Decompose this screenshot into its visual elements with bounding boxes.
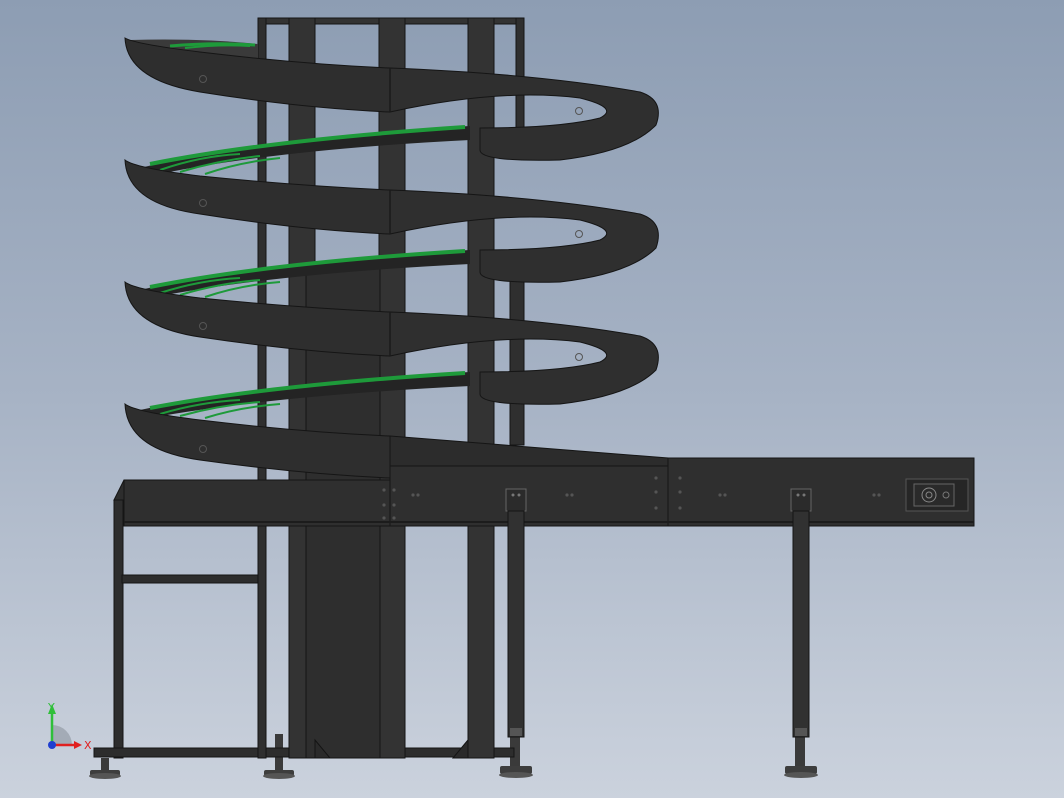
support-leg xyxy=(505,488,527,738)
coordinate-triad: Y X xyxy=(47,701,92,752)
z-axis-dot xyxy=(48,741,56,749)
leveling-foot xyxy=(89,758,121,779)
spiral-conveyor-model[interactable]: Y X xyxy=(0,0,1064,798)
triad-x-label: X xyxy=(84,739,92,752)
triad-y-label: Y xyxy=(47,701,55,714)
leveling-foot xyxy=(784,734,818,778)
drive-bearing-plate xyxy=(905,478,969,512)
support-leg xyxy=(790,488,812,738)
cad-graphics-viewport[interactable]: Y X xyxy=(0,0,1064,798)
